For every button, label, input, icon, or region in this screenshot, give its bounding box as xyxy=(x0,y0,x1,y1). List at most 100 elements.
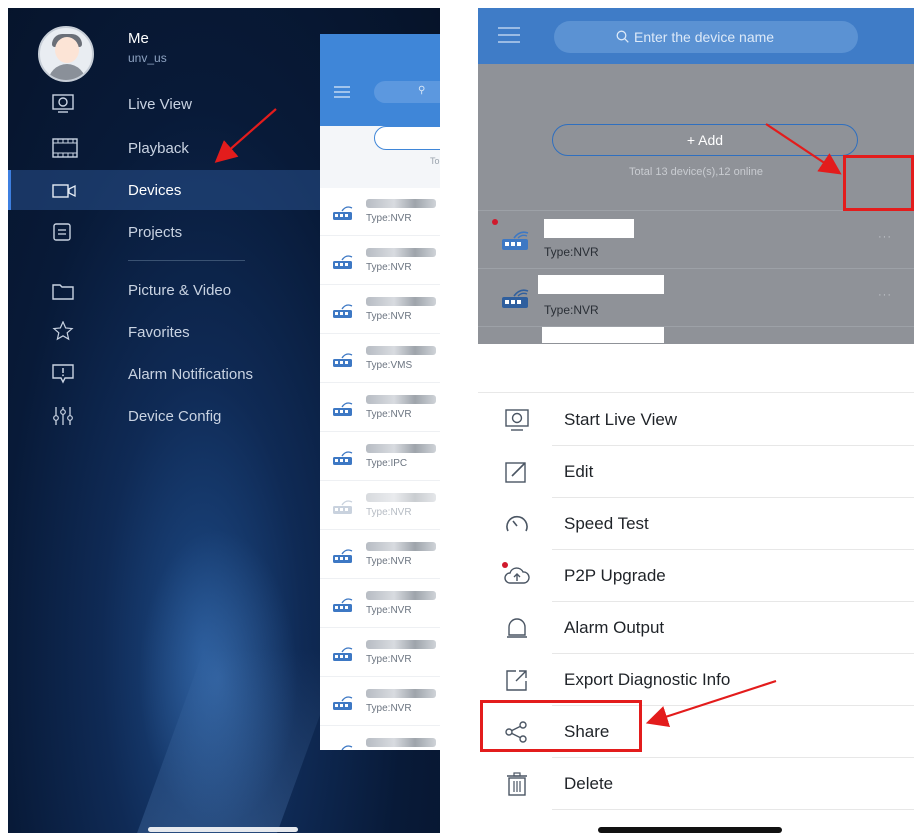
nvr-device-icon xyxy=(333,598,353,612)
action-label: Delete xyxy=(564,774,614,793)
left-phone-side-menu: Me unv_us Live View Playback Devices Pro… xyxy=(8,8,440,833)
device-panel-row[interactable]: Type:NVR xyxy=(320,482,440,530)
device-type: Type:NVR xyxy=(366,703,412,714)
nvr-device-icon xyxy=(333,206,353,220)
search-icon: ⚲ xyxy=(418,85,426,96)
device-type: Type:VMS xyxy=(366,360,413,371)
profile-username: unv_us xyxy=(128,51,167,65)
device-panel-row[interactable]: Type:NVR xyxy=(320,188,440,236)
device-panel-add-button[interactable] xyxy=(374,126,440,150)
device-row[interactable]: Type:NVR ··· xyxy=(478,268,914,326)
device-panel-row[interactable]: Type:NVR xyxy=(320,237,440,285)
nvr-device-icon xyxy=(333,255,353,269)
home-indicator[interactable] xyxy=(148,827,298,832)
device-name-blurred xyxy=(366,640,436,649)
device-type: Type:NVR xyxy=(366,262,412,273)
device-type: Type:IPC xyxy=(366,458,408,469)
action-label: P2P Upgrade xyxy=(564,566,666,585)
device-panel-row[interactable]: Type:IPC xyxy=(320,433,440,481)
live-view-icon xyxy=(505,409,529,431)
device-panel-header xyxy=(320,34,440,126)
device-search-input[interactable] xyxy=(634,27,834,47)
folder-icon xyxy=(52,284,74,300)
playback-film-icon xyxy=(52,138,78,158)
action-label: Edit xyxy=(564,462,594,481)
device-type: Type:NVR xyxy=(366,654,412,665)
action-start-live-view[interactable]: Start Live View xyxy=(478,394,914,446)
device-name-blurred xyxy=(366,493,436,502)
nvr-device-icon xyxy=(333,304,353,318)
device-name-redacted xyxy=(542,327,664,343)
profile-name[interactable]: Me xyxy=(128,30,149,47)
highlight-share xyxy=(480,700,642,752)
device-name-blurred xyxy=(366,542,436,551)
projects-icon xyxy=(53,223,71,241)
sheet-divider xyxy=(478,392,914,393)
action-edit[interactable]: Edit xyxy=(478,446,914,498)
nvr-device-icon xyxy=(341,745,353,750)
device-type: Type:NVR xyxy=(544,303,599,317)
active-indicator xyxy=(8,170,11,210)
alarm-output-icon xyxy=(507,618,527,638)
nvr-device-icon xyxy=(333,500,353,514)
home-indicator[interactable] xyxy=(598,827,782,833)
devices-camera-icon xyxy=(52,184,76,198)
menu-label-playback: Playback xyxy=(128,139,189,157)
device-type: Type:NVR xyxy=(366,605,412,616)
more-options-button[interactable]: ··· xyxy=(878,231,892,243)
hamburger-menu-icon[interactable] xyxy=(334,86,350,98)
nvr-device-icon xyxy=(333,647,353,661)
device-name-blurred xyxy=(366,395,436,404)
action-label: Alarm Output xyxy=(564,618,665,637)
new-indicator-dot xyxy=(492,219,498,225)
device-panel-row[interactable]: Type:NVR xyxy=(320,580,440,628)
device-action-sheet: Start Live View Edit Speed Test P2P Upgr… xyxy=(478,346,914,833)
device-type: Type:NVR xyxy=(366,507,412,518)
action-export-diagnostic-info[interactable]: Export Diagnostic Info xyxy=(478,654,914,706)
avatar[interactable] xyxy=(38,26,94,82)
nvr-device-icon xyxy=(502,231,529,250)
device-row[interactable]: Type:NVR ··· xyxy=(478,210,914,268)
device-panel-row[interactable]: Type:VMS xyxy=(320,335,440,383)
nvr-device-icon xyxy=(333,402,353,416)
device-name-blurred xyxy=(366,297,436,306)
nvr-device-icon xyxy=(502,289,529,308)
top-bar xyxy=(478,8,914,64)
add-device-button[interactable]: + Add xyxy=(552,124,858,156)
device-name-blurred xyxy=(366,444,436,453)
hamburger-menu-icon[interactable] xyxy=(498,26,520,44)
action-p2p-upgrade[interactable]: P2P Upgrade xyxy=(478,550,914,602)
device-type: Type:NVR xyxy=(544,245,599,259)
device-type: Type:NVR xyxy=(366,409,412,420)
nvr-device-icon xyxy=(333,549,353,563)
speed-test-icon xyxy=(506,515,528,532)
device-name-blurred xyxy=(366,591,436,600)
device-name-blurred xyxy=(366,346,436,355)
star-icon xyxy=(52,321,74,341)
menu-label-device-config: Device Config xyxy=(128,407,222,425)
screenshot-stage: Me unv_us Live View Playback Devices Pro… xyxy=(0,0,914,833)
device-panel-row[interactable]: Type:NVR xyxy=(320,727,440,750)
edit-icon xyxy=(505,462,526,483)
nvr-device-icon xyxy=(333,451,353,465)
device-type: Type:NVR xyxy=(366,556,412,567)
device-panel-row[interactable]: Type:NVR xyxy=(320,678,440,726)
device-panel-row[interactable]: Type:NVR xyxy=(320,531,440,579)
device-panel-row[interactable]: Type:NVR xyxy=(320,629,440,677)
device-type: Type:NVR xyxy=(366,213,412,224)
device-list-panel[interactable]: ⚲ To Type:NVR Type:NVR Type:NVR Type:VMS Typ… xyxy=(320,34,440,750)
device-panel-row[interactable]: Type:NVR xyxy=(320,384,440,432)
more-options-button[interactable]: ··· xyxy=(878,289,892,301)
menu-label-projects: Projects xyxy=(128,223,183,241)
action-speed-test[interactable]: Speed Test xyxy=(478,498,914,550)
menu-label-favorites: Favorites xyxy=(128,323,190,341)
action-alarm-output[interactable]: Alarm Output xyxy=(478,602,914,654)
device-panel-row[interactable]: Type:NVR xyxy=(320,286,440,334)
action-delete[interactable]: Delete xyxy=(478,758,914,810)
device-panel-search[interactable]: ⚲ xyxy=(374,81,440,103)
device-search-bar[interactable] xyxy=(554,21,858,53)
nvr-device-icon xyxy=(333,353,353,367)
device-type: Type:NVR xyxy=(366,311,412,322)
trash-icon xyxy=(507,772,527,796)
action-label: Speed Test xyxy=(564,514,649,533)
